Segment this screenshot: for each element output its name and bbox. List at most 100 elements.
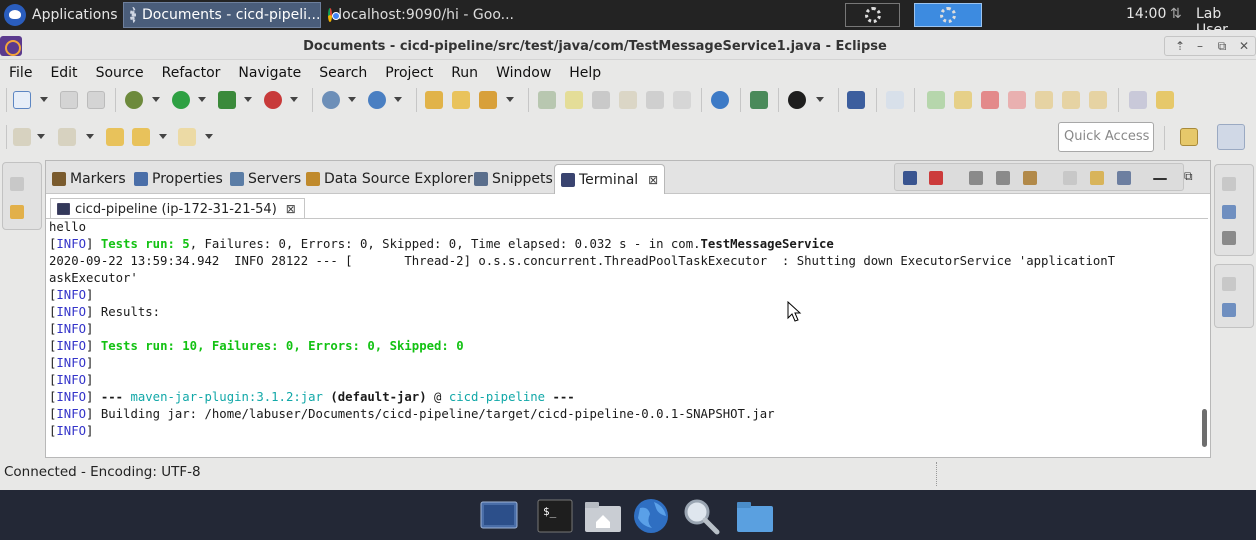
save-all-icon[interactable] <box>87 91 105 109</box>
package-explorer-icon[interactable] <box>10 205 24 219</box>
open-terminal-icon[interactable] <box>903 171 917 185</box>
tab-snippets[interactable]: Snippets <box>474 168 553 190</box>
debug-icon[interactable] <box>125 91 143 109</box>
menu-navigate[interactable]: Navigate <box>229 65 310 81</box>
chevron-down-icon[interactable] <box>198 97 206 102</box>
task-browser[interactable]: localhost:9090/hi - Goo... <box>322 2 520 28</box>
menu-search[interactable]: Search <box>310 65 376 81</box>
external-tools-icon[interactable] <box>264 91 282 109</box>
last-edit-location-icon[interactable] <box>106 128 124 146</box>
open-perspective-tool-icon[interactable] <box>1156 91 1174 109</box>
resume-icon[interactable] <box>927 91 945 109</box>
chevron-down-icon[interactable] <box>394 97 402 102</box>
highlight-icon[interactable] <box>565 91 583 109</box>
paragraph-icon[interactable] <box>673 91 691 109</box>
open-perspective-icon[interactable] <box>1180 128 1198 146</box>
menu-refactor[interactable]: Refactor <box>153 65 230 81</box>
coverage-icon[interactable] <box>218 91 236 109</box>
menu-source[interactable]: Source <box>87 65 153 81</box>
step-into-icon[interactable] <box>1035 91 1053 109</box>
use-step-filters-icon[interactable] <box>1129 91 1147 109</box>
step-over-icon[interactable] <box>1062 91 1080 109</box>
toggle-mark-icon[interactable] <box>538 91 556 109</box>
chevron-down-icon[interactable] <box>816 97 824 102</box>
back-icon[interactable] <box>132 128 150 146</box>
task-list-icon[interactable] <box>1222 231 1236 245</box>
menu-project[interactable]: Project <box>376 65 442 81</box>
close-tab-icon[interactable]: ⊠ <box>648 173 658 187</box>
tab-servers[interactable]: Servers <box>230 168 301 190</box>
previous-annotation-icon[interactable] <box>58 128 76 146</box>
tab-markers[interactable]: Markers <box>52 168 126 190</box>
file-manager-launcher[interactable] <box>734 496 776 536</box>
applications-menu[interactable]: Applications <box>4 3 118 27</box>
edit-icon[interactable] <box>619 91 637 109</box>
open-folder-icon[interactable] <box>452 91 470 109</box>
next-annotation-icon[interactable] <box>13 128 31 146</box>
chevron-down-icon[interactable] <box>37 134 45 139</box>
show-desktop-launcher[interactable] <box>478 496 520 536</box>
deploy-icon[interactable] <box>750 91 768 109</box>
home-folder-launcher[interactable] <box>582 496 624 536</box>
pin-icon[interactable] <box>592 91 610 109</box>
chevron-down-icon[interactable] <box>290 97 298 102</box>
scroll-lock-icon[interactable] <box>969 171 983 185</box>
toggle-command-input-icon[interactable] <box>1023 171 1037 185</box>
terminal-output[interactable]: hello [INFO] Tests run: 5, Failures: 0, E… <box>49 219 1199 455</box>
clear-terminal-icon[interactable] <box>996 171 1010 185</box>
search-tool-icon[interactable] <box>479 91 497 109</box>
terminal-scrollbar[interactable] <box>1200 219 1210 455</box>
minimize-icon[interactable]: – <box>1192 38 1208 54</box>
clock[interactable]: 14:00 <box>1126 6 1166 22</box>
menu-help[interactable]: Help <box>560 65 610 81</box>
settings-icon[interactable] <box>1117 171 1131 185</box>
network-icon[interactable]: ⇅ <box>1170 6 1188 24</box>
app-finder-launcher[interactable] <box>680 496 722 536</box>
chevron-down-icon[interactable] <box>86 134 94 139</box>
outline-icon[interactable] <box>1222 205 1236 219</box>
chevron-down-icon[interactable] <box>40 97 48 102</box>
tab-terminal[interactable]: Terminal ⊠ <box>554 164 666 194</box>
new-icon[interactable] <box>13 91 31 109</box>
tab-data-source-explorer[interactable]: Data Source Explorer <box>306 168 473 190</box>
close-icon[interactable]: ✕ <box>1236 38 1252 54</box>
disconnect-icon[interactable] <box>1008 91 1026 109</box>
menu-run[interactable]: Run <box>442 65 487 81</box>
menu-file[interactable]: File <box>0 65 41 81</box>
chevron-down-icon[interactable] <box>348 97 356 102</box>
chevron-down-icon[interactable] <box>152 97 160 102</box>
copy-icon[interactable] <box>1063 171 1077 185</box>
suspend-icon[interactable] <box>954 91 972 109</box>
task-eclipse[interactable]: Documents - cicd-pipeli... <box>123 2 321 28</box>
minimize-view-icon[interactable] <box>1153 178 1167 180</box>
palette-icon[interactable] <box>1222 303 1236 317</box>
shade-icon[interactable]: ⇡ <box>1172 38 1188 54</box>
terminal-launcher[interactable]: $_ <box>534 496 576 536</box>
maximize-icon[interactable]: ⧉ <box>1214 38 1230 54</box>
disconnect-terminal-icon[interactable] <box>929 171 943 185</box>
block-icon[interactable] <box>646 91 664 109</box>
new-java-project-icon[interactable] <box>322 91 340 109</box>
terminate-icon[interactable] <box>981 91 999 109</box>
chevron-down-icon[interactable] <box>205 134 213 139</box>
web-browser-launcher[interactable] <box>630 496 672 536</box>
maximize-view-icon[interactable]: ⧉ <box>1184 169 1193 184</box>
chevron-down-icon[interactable] <box>506 97 514 102</box>
chevron-down-icon[interactable] <box>159 134 167 139</box>
restore-icon[interactable] <box>10 177 24 191</box>
menu-window[interactable]: Window <box>487 65 560 81</box>
skip-breakpoints-icon[interactable] <box>886 91 904 109</box>
java-ee-perspective-icon[interactable] <box>1217 124 1245 150</box>
tab-properties[interactable]: Properties <box>134 168 223 190</box>
workspace-2[interactable] <box>914 3 982 27</box>
terminal-session-tab[interactable]: cicd-pipeline (ip-172-31-21-54) ⊠ <box>50 198 305 219</box>
restore-icon[interactable] <box>1222 277 1236 291</box>
paste-icon[interactable] <box>1090 171 1104 185</box>
restore-icon[interactable] <box>1222 177 1236 191</box>
close-session-icon[interactable]: ⊠ <box>286 202 296 216</box>
quick-access-input[interactable]: Quick Access <box>1058 122 1154 152</box>
save-icon[interactable] <box>60 91 78 109</box>
console-icon[interactable] <box>847 91 865 109</box>
menu-edit[interactable]: Edit <box>41 65 86 81</box>
scrollbar-thumb[interactable] <box>1202 409 1207 447</box>
